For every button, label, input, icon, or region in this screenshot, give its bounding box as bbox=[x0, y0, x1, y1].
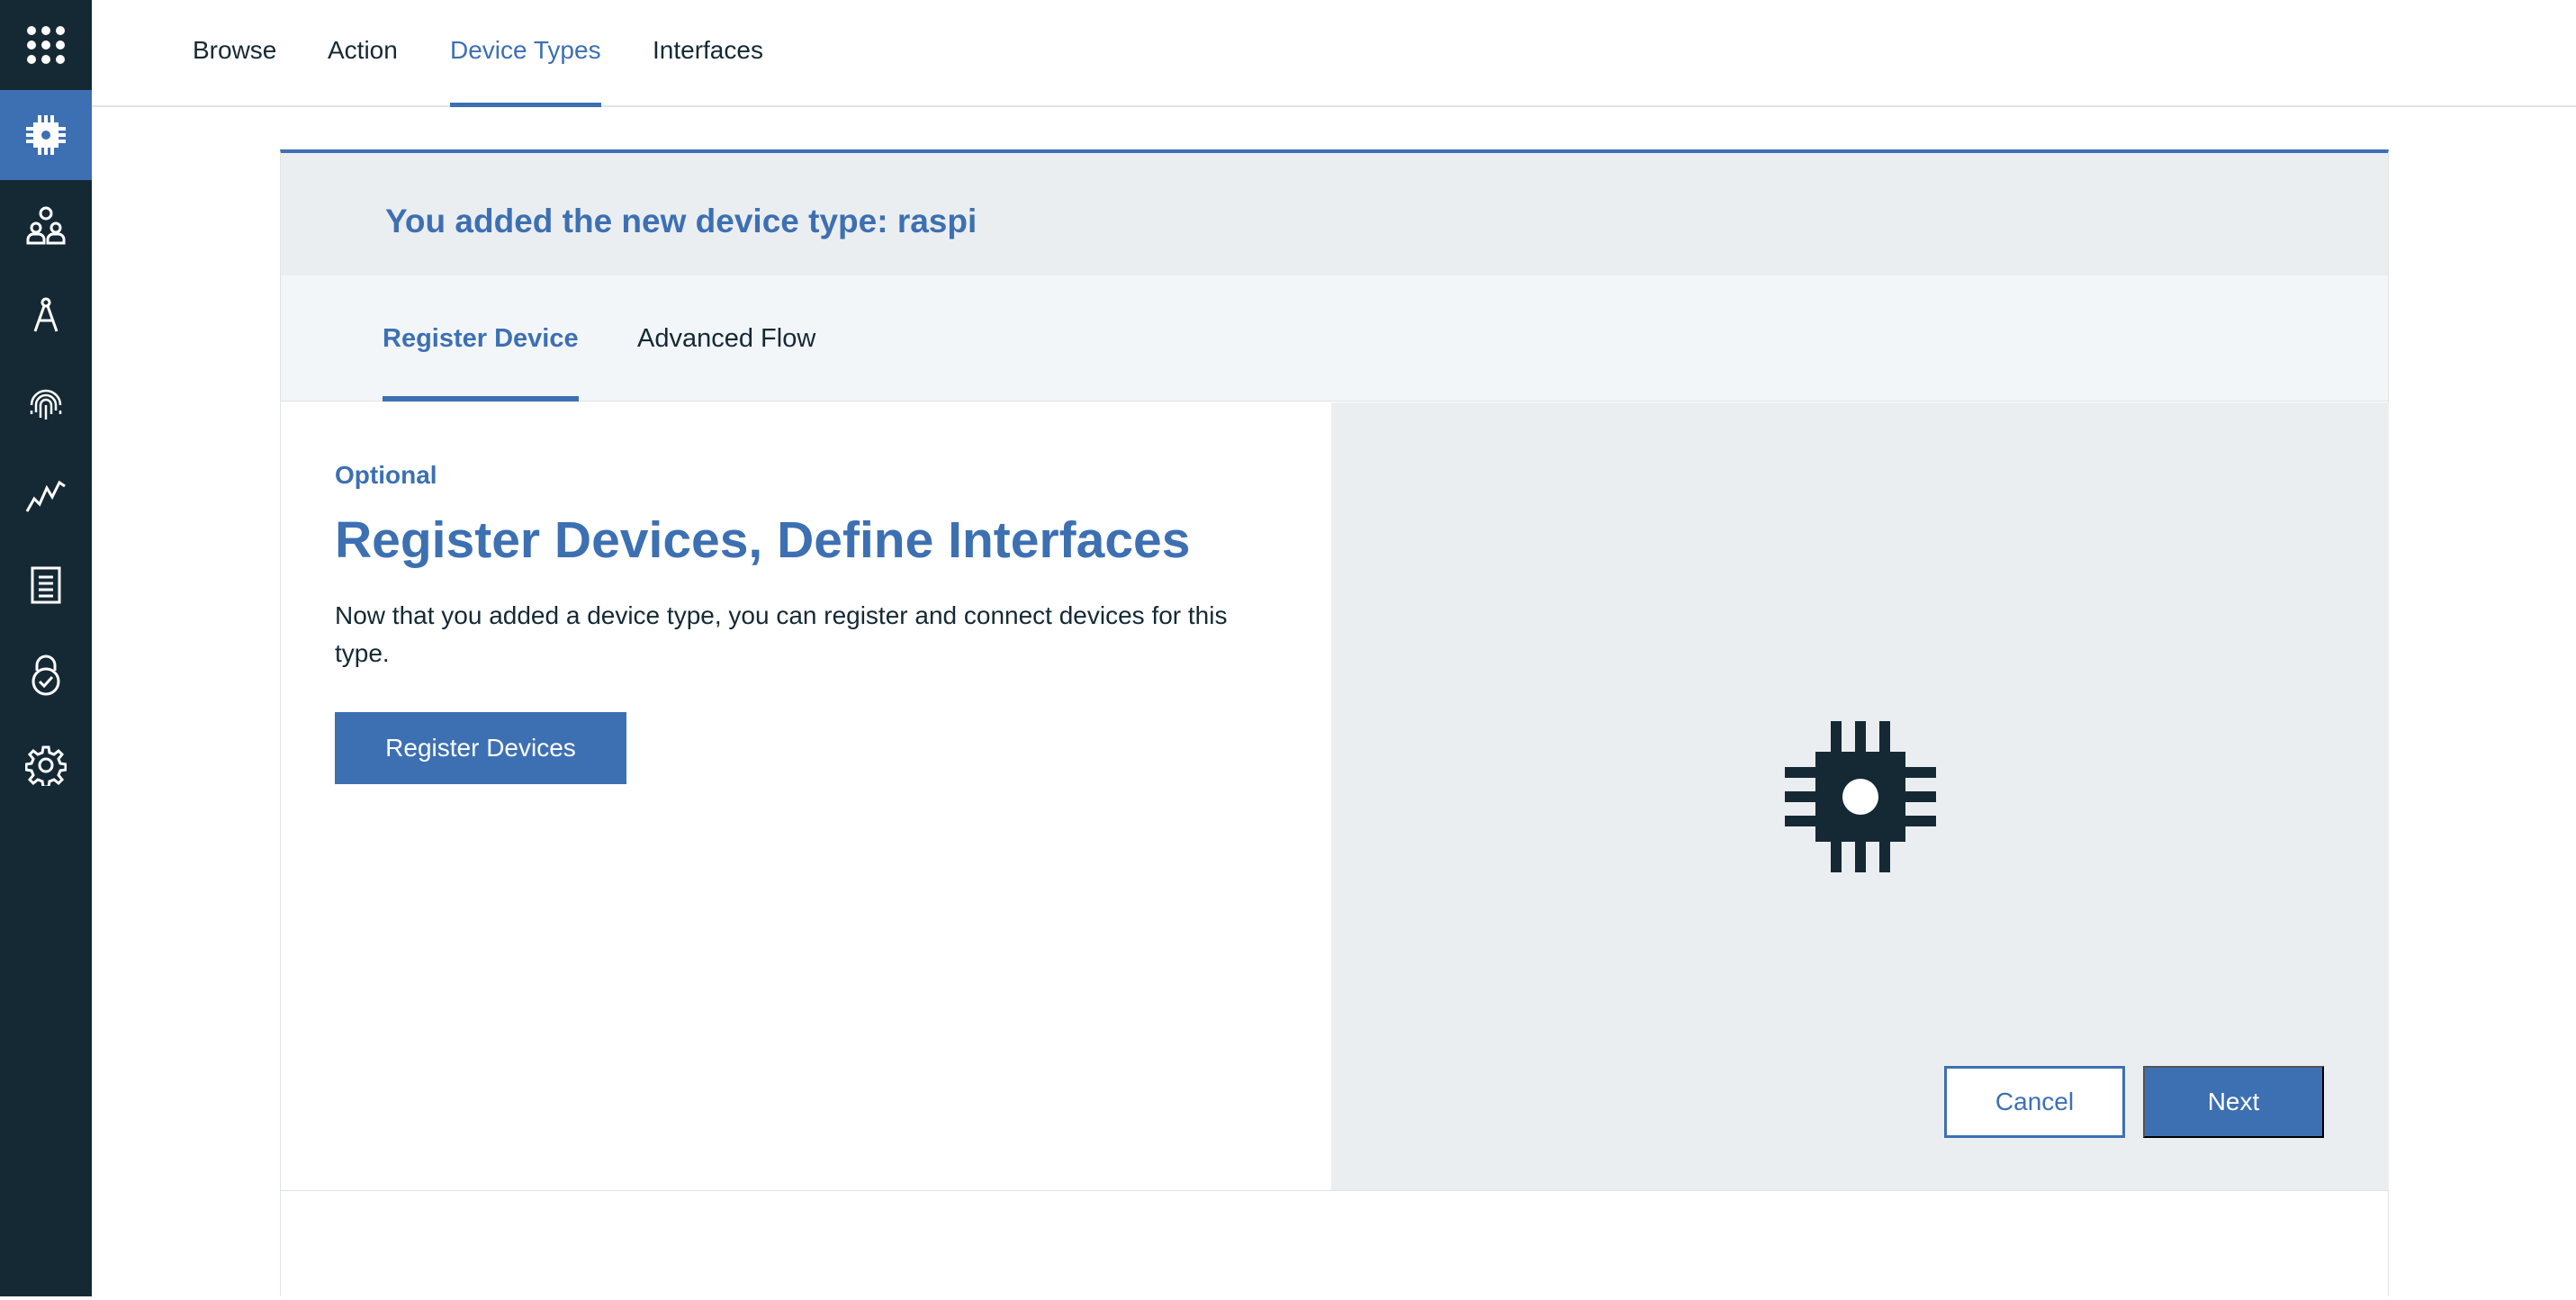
cancel-button[interactable]: Cancel bbox=[1944, 1066, 2125, 1138]
tab-action[interactable]: Action bbox=[328, 36, 398, 107]
register-panel: Optional Register Devices, Define Interf… bbox=[281, 402, 1331, 1190]
security-lock-icon[interactable] bbox=[0, 630, 92, 720]
chip-illustration-icon bbox=[1784, 720, 1936, 872]
fingerprint-icon[interactable] bbox=[0, 360, 92, 450]
card-title: You added the new device type: raspi bbox=[385, 203, 977, 240]
chip-icon[interactable] bbox=[0, 90, 92, 180]
subtab-advanced-flow[interactable]: Advanced Flow bbox=[637, 324, 815, 402]
tab-device-types[interactable]: Device Types bbox=[450, 36, 601, 107]
register-devices-button[interactable]: Register Devices bbox=[335, 712, 626, 784]
card-footer bbox=[281, 1190, 2388, 1300]
panel-description: Now that you added a device type, you ca… bbox=[335, 601, 1228, 667]
compass-icon[interactable] bbox=[0, 270, 92, 360]
tab-browse[interactable]: Browse bbox=[193, 36, 276, 107]
optional-label: Optional bbox=[335, 461, 437, 489]
members-icon[interactable] bbox=[0, 180, 92, 270]
subtab-register-device[interactable]: Register Device bbox=[383, 324, 579, 402]
panel-headline: Register Devices, Define Interfaces bbox=[335, 511, 1191, 569]
document-icon[interactable] bbox=[0, 540, 92, 630]
card-header: You added the new device type: raspi bbox=[281, 153, 2388, 275]
card-title-prefix: You added the new device type: bbox=[385, 203, 897, 239]
left-sidebar bbox=[0, 0, 92, 1296]
settings-gear-icon[interactable] bbox=[0, 720, 92, 810]
card-subtabs: Register Device Advanced Flow bbox=[281, 275, 2388, 402]
analytics-icon[interactable] bbox=[0, 450, 92, 540]
next-button[interactable]: Next bbox=[2143, 1066, 2324, 1138]
top-navigation: Browse Action Device Types Interfaces bbox=[92, 0, 2576, 107]
tab-interfaces[interactable]: Interfaces bbox=[653, 36, 763, 107]
app-switcher-icon[interactable] bbox=[0, 0, 92, 90]
device-type-name: raspi bbox=[896, 203, 977, 239]
